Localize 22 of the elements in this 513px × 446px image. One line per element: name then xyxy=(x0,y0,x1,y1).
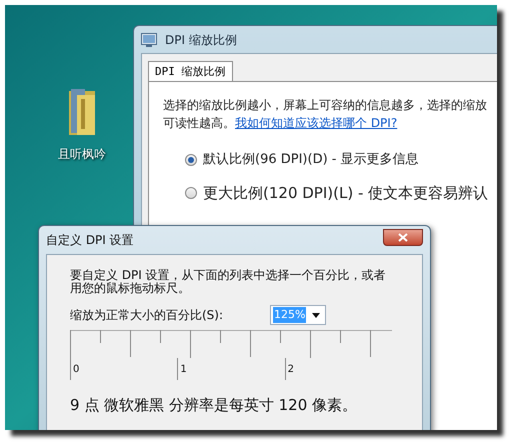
window-title: DPI 缩放比例 xyxy=(165,32,237,48)
ruler-label: 1 xyxy=(177,358,285,380)
description-text: 选择的缩放比例越小，屏幕上可容纳的信息越多，选择的缩放 可读性越高。我如何知道应该选择哪个 DPI? xyxy=(163,97,488,132)
dialog-title: 自定义 DPI 设置 xyxy=(46,232,134,249)
radio-button[interactable] xyxy=(185,154,197,166)
close-button[interactable] xyxy=(383,228,423,246)
radio-button[interactable] xyxy=(185,186,197,199)
dropdown-arrow-icon xyxy=(312,312,320,318)
monitor-icon xyxy=(141,32,157,46)
option-label: 更大比例(120 DPI)(L) - 使文本更容易辨认 xyxy=(203,182,488,204)
sample-text: 9 点 微软雅黑 分辨率是每英寸 120 像素。 xyxy=(70,395,358,416)
tab[interactable]: DPI 缩放比例 xyxy=(148,61,232,82)
folder-icon[interactable] xyxy=(67,87,97,137)
scale-label: 缩放为正常大小的百分比(S): xyxy=(70,307,224,324)
instructions-text: 要自定义 DPI 设置，从下面的列表中选择一个百分比，或者用您的鼠标拖动标尺。 xyxy=(70,269,387,295)
help-link[interactable]: 我如何知道应该选择哪个 DPI? xyxy=(235,116,398,130)
option-label: 默认比例(96 DPI)(D) - 显示更多信息 xyxy=(203,151,419,169)
ruler-label: 0 xyxy=(70,358,178,380)
ruler[interactable]: 0 1 2 xyxy=(70,330,392,380)
desktop-icon-label[interactable]: 且听枫吟 xyxy=(58,145,106,163)
close-icon xyxy=(398,232,408,242)
ruler-label: 2 xyxy=(284,358,392,380)
